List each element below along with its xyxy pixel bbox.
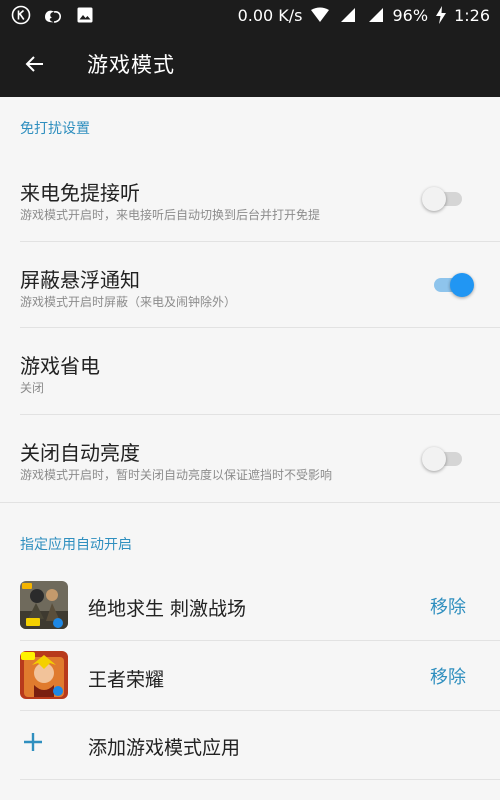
section-header-dnd: 免打扰设置 [20, 121, 90, 137]
add-app-label: 添加游戏模式应用 [88, 737, 241, 759]
back-button[interactable] [0, 30, 70, 97]
auto-brightness-toggle[interactable] [422, 446, 466, 471]
setting-subtitle: 游戏模式开启时，暂时关闭自动亮度以保证遮挡时不受影响 [20, 468, 333, 482]
toggle-thumb [422, 447, 446, 471]
setting-title: 来电免提接听 [20, 181, 140, 205]
signal-icon-2 [365, 4, 387, 26]
plus-icon [22, 729, 44, 759]
setting-title: 屏蔽悬浮通知 [20, 268, 140, 292]
handsfree-toggle[interactable] [422, 186, 466, 211]
clock: 1:26 [454, 5, 490, 25]
divider [20, 779, 500, 780]
back-arrow-icon [25, 55, 43, 72]
status-left-icons [10, 4, 96, 26]
setting-title: 关闭自动亮度 [20, 441, 140, 465]
uc-browser-icon [42, 4, 64, 26]
battery-percent: 96% [392, 5, 429, 25]
section-header-apps: 指定应用自动开启 [20, 537, 132, 553]
pubg-app-icon [20, 581, 68, 629]
app-name: 绝地求生 刺激战场 [88, 598, 247, 620]
k-logo-icon [10, 4, 32, 26]
app-name: 王者荣耀 [88, 669, 165, 691]
setting-row-power-saving[interactable]: 游戏省电 关闭 [0, 328, 500, 414]
page-title: 游戏模式 [87, 52, 175, 77]
battery-charging-icon [434, 4, 448, 26]
honor-of-kings-app-icon [20, 651, 68, 699]
app-row-honor-of-kings: 王者荣耀 移除 [0, 641, 500, 711]
setting-subtitle: 游戏模式开启时，来电接听后自动切换到后台并打开免提 [20, 208, 321, 222]
app-bar: 游戏模式 [0, 30, 500, 97]
status-right-icons: 0.00 K/s 96% 1:26 [238, 4, 490, 26]
app-row-pubg: 绝地求生 刺激战场 移除 [0, 570, 500, 640]
setting-row-handsfree[interactable]: 来电免提接听 游戏模式开启时，来电接听后自动切换到后台并打开免提 [0, 155, 500, 241]
setting-subtitle: 游戏模式开启时屏蔽（来电及闹钟除外） [20, 295, 237, 309]
setting-title: 游戏省电 [20, 354, 100, 378]
setting-row-auto-brightness[interactable]: 关闭自动亮度 游戏模式开启时，暂时关闭自动亮度以保证遮挡时不受影响 [0, 415, 500, 501]
toggle-thumb [450, 273, 474, 297]
remove-button[interactable]: 移除 [430, 663, 466, 689]
setting-row-block-notifications[interactable]: 屏蔽悬浮通知 游戏模式开启时屏蔽（来电及闹钟除外） [0, 242, 500, 328]
block-notifications-toggle[interactable] [430, 272, 474, 297]
wifi-icon [309, 4, 331, 26]
network-speed: 0.00 K/s [237, 5, 303, 25]
toggle-thumb [422, 187, 446, 211]
status-bar: 0.00 K/s 96% 1:26 [0, 0, 500, 30]
image-icon [74, 4, 96, 26]
signal-icon [337, 4, 359, 26]
setting-subtitle: 关闭 [20, 381, 45, 395]
remove-button[interactable]: 移除 [430, 593, 466, 619]
section-divider [0, 502, 500, 503]
add-app-row[interactable]: 添加游戏模式应用 [0, 711, 500, 779]
